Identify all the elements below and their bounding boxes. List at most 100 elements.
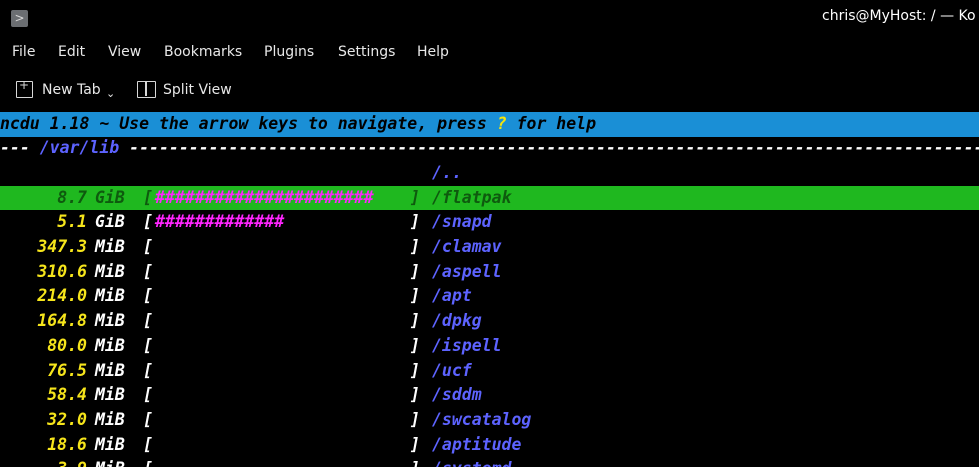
directory-row[interactable]: 8.7 GiB [######################] /flatpak <box>0 185 979 211</box>
directory-name: /swcatalog <box>432 409 532 429</box>
size-unit: MiB <box>95 409 125 429</box>
size-value: 164.8 <box>37 311 87 331</box>
split-view-button[interactable]: Split View <box>137 81 233 101</box>
usage-bar: ############# <box>155 212 285 232</box>
header-text: ncdu 1.18 ~ Use the arrow keys to naviga… <box>0 114 497 133</box>
size-value: 8.7 <box>57 187 87 207</box>
bar-open-bracket: [ <box>143 385 153 405</box>
bar-close-bracket: ] <box>410 409 420 429</box>
chevron-down-icon[interactable]: ⌄ <box>106 87 115 100</box>
bar-close-bracket: ] <box>410 385 420 405</box>
size-unit: MiB <box>95 286 125 306</box>
bar-close-bracket: ] <box>410 434 420 454</box>
bar-open-bracket: [ <box>143 311 153 331</box>
size-value: 32.0 <box>47 409 87 429</box>
bar-open-bracket: [ <box>143 335 153 355</box>
header-text-end: for help <box>506 114 597 133</box>
menu-bar: File Edit View Bookmarks Plugins Setting… <box>0 36 979 70</box>
path-prefix: --- <box>0 138 40 157</box>
size-unit: MiB <box>95 261 125 281</box>
directory-name: /sddm <box>432 385 482 405</box>
directory-row[interactable]: 3.9 MiB [] /systemd <box>0 457 979 467</box>
split-view-label: Split View <box>163 82 232 98</box>
size-unit: MiB <box>95 360 125 380</box>
terminal-view[interactable]: ncdu 1.18 ~ Use the arrow keys to naviga… <box>0 110 979 467</box>
ncdu-header: ncdu 1.18 ~ Use the arrow keys to naviga… <box>0 112 979 137</box>
size-value: 310.6 <box>37 261 87 281</box>
directory-name: /clamav <box>432 236 502 256</box>
directory-row[interactable]: 214.0 MiB [] /apt <box>0 284 979 309</box>
menu-edit[interactable]: Edit <box>58 44 85 60</box>
bar-open-bracket: [ <box>143 286 153 306</box>
directory-name: /aptitude <box>432 434 522 454</box>
bar-close-bracket: ] <box>410 360 420 380</box>
bar-close-bracket: ] <box>410 187 420 207</box>
help-key: ? <box>496 114 507 133</box>
path-rule: ----------------------------------------… <box>129 138 979 157</box>
directory-row[interactable]: 164.8 MiB [] /dpkg <box>0 309 979 334</box>
directory-row[interactable]: 32.0 MiB [] /swcatalog <box>0 408 979 433</box>
menu-view[interactable]: View <box>108 44 141 60</box>
size-unit: MiB <box>95 236 125 256</box>
split-view-icon <box>137 81 156 98</box>
new-tab-label: New Tab <box>42 82 101 98</box>
directory-name: /ispell <box>432 335 502 355</box>
size-value: 58.4 <box>47 385 87 405</box>
directory-row[interactable]: 18.6 MiB [] /aptitude <box>0 433 979 458</box>
bar-close-bracket: ] <box>410 311 420 331</box>
bar-close-bracket: ] <box>410 236 420 256</box>
directory-row[interactable]: 347.3 MiB [] /clamav <box>0 235 979 260</box>
window-title: chris@MyHost: / — Ko <box>822 8 976 24</box>
bar-close-bracket: ] <box>410 212 420 232</box>
directory-name: /systemd <box>432 457 511 467</box>
menu-settings[interactable]: Settings <box>338 44 395 60</box>
directory-name: /ucf <box>432 360 472 380</box>
size-unit: GiB <box>95 212 125 232</box>
directory-name: /aspell <box>432 261 502 281</box>
bar-open-bracket: [ <box>143 236 153 256</box>
size-value: 76.5 <box>47 360 87 380</box>
parent-directory-entry[interactable]: /.. <box>0 161 979 186</box>
menu-plugins[interactable]: Plugins <box>264 44 314 60</box>
directory-name: /apt <box>432 286 472 306</box>
menu-help[interactable]: Help <box>417 44 449 60</box>
size-value: 214.0 <box>37 286 87 306</box>
directory-row[interactable]: 310.6 MiB [] /aspell <box>0 260 979 285</box>
directory-row[interactable]: 58.4 MiB [] /sddm <box>0 383 979 408</box>
bar-close-bracket: ] <box>410 457 420 467</box>
directory-name: /flatpak <box>432 187 512 207</box>
terminal-prompt-icon[interactable]: > <box>11 10 28 27</box>
size-value: 5.1 <box>57 212 87 232</box>
size-value: 80.0 <box>47 335 87 355</box>
menu-file[interactable]: File <box>12 44 35 60</box>
bar-open-bracket: [ <box>143 434 153 454</box>
directory-row[interactable]: 76.5 MiB [] /ucf <box>0 359 979 384</box>
usage-bar: ###################### <box>155 187 374 207</box>
directory-row[interactable]: 80.0 MiB [] /ispell <box>0 334 979 359</box>
menu-bookmarks[interactable]: Bookmarks <box>164 44 242 60</box>
parent-directory-name: /.. <box>432 163 462 182</box>
directory-name: /dpkg <box>432 311 482 331</box>
current-path: /var/lib <box>39 138 120 157</box>
size-value: 3.9 <box>57 457 87 467</box>
size-value: 18.6 <box>47 434 87 454</box>
size-unit: MiB <box>95 434 125 454</box>
directory-name: /snapd <box>432 212 492 232</box>
bar-close-bracket: ] <box>410 261 420 281</box>
bar-open-bracket: [ <box>143 261 153 281</box>
size-unit: MiB <box>95 311 125 331</box>
new-tab-icon <box>16 78 33 98</box>
new-tab-button[interactable]: New Tab ⌄ <box>16 78 120 101</box>
bar-open-bracket: [ <box>143 409 153 429</box>
size-unit: MiB <box>95 335 125 355</box>
bar-close-bracket: ] <box>410 335 420 355</box>
current-path-line: --- /var/lib ---------------------------… <box>0 136 979 161</box>
size-unit: GiB <box>95 187 125 207</box>
directory-row[interactable]: 5.1 GiB [#############] /snapd <box>0 210 979 235</box>
bar-open-bracket: [ <box>143 187 153 207</box>
title-bar: > chris@MyHost: / — Ko <box>0 0 979 36</box>
size-unit: MiB <box>95 457 125 467</box>
size-unit: MiB <box>95 385 125 405</box>
bar-open-bracket: [ <box>143 457 153 467</box>
toolbar: New Tab ⌄ Split View <box>0 70 979 110</box>
